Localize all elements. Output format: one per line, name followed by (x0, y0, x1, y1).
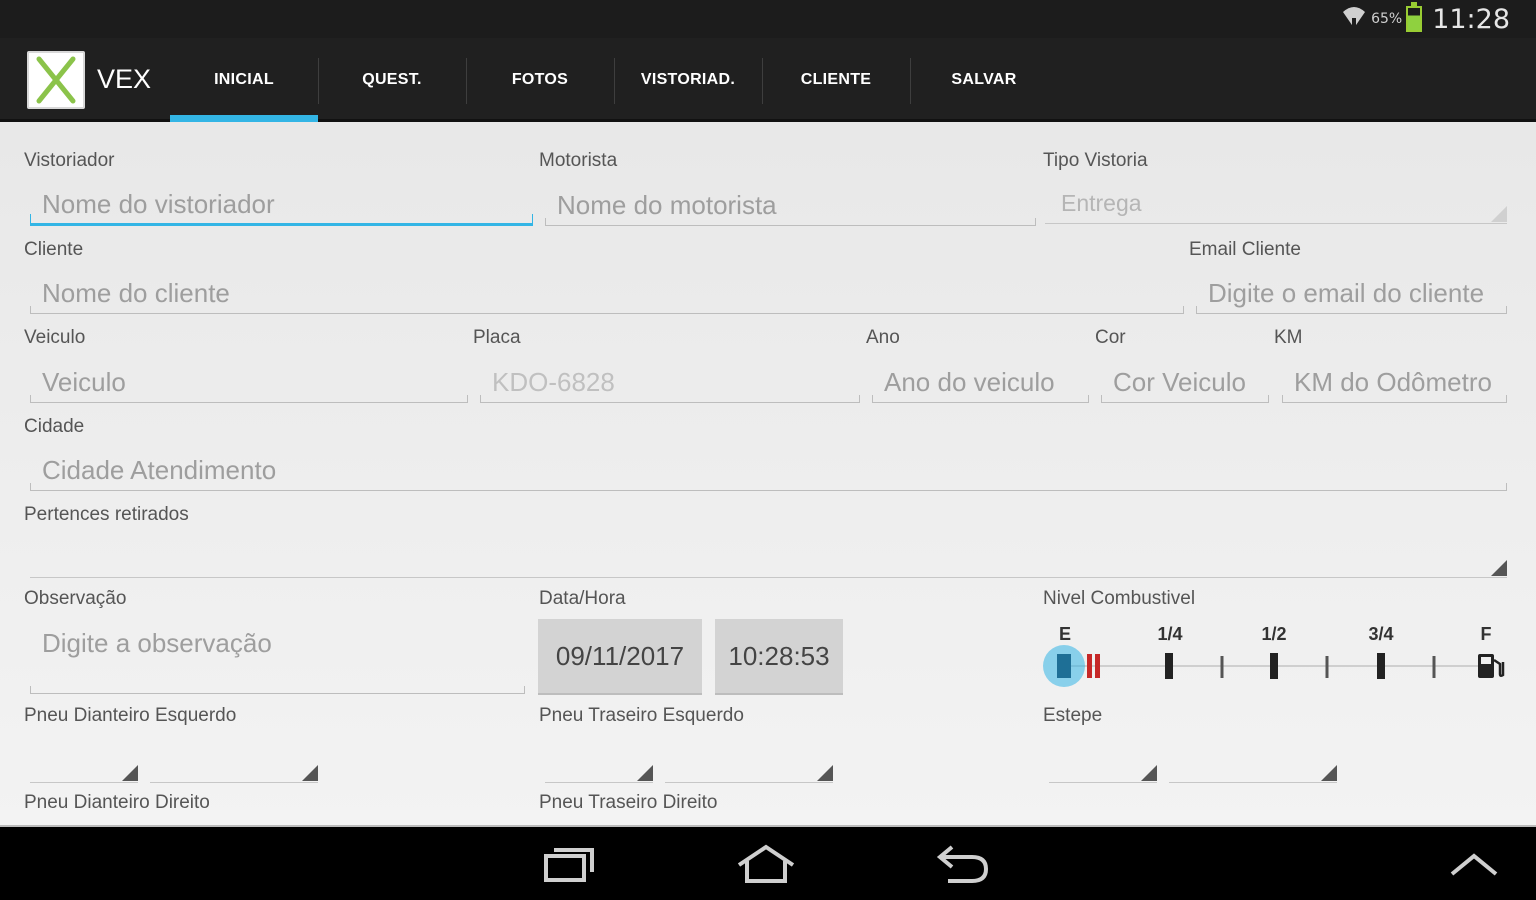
battery-percent: 65% (1371, 11, 1403, 27)
fuel-tick (1220, 656, 1224, 678)
status-bar: 65% 11:28 (0, 0, 1536, 38)
fuel-reserve-mark (1095, 654, 1100, 678)
placa-label: Placa (473, 327, 521, 348)
pertences-label: Pertences retirados (24, 504, 189, 525)
observacao-input[interactable]: Digite a observação (30, 624, 525, 694)
pneu-dianteiro-esquerdo-select-1[interactable] (30, 743, 138, 783)
pneu-traseiro-direito-label: Pneu Traseiro Direito (539, 792, 718, 813)
fuel-pump-icon (1475, 652, 1507, 684)
km-input[interactable]: KM do Odômetro (1282, 363, 1507, 403)
date-button[interactable]: 09/11/2017 (538, 619, 702, 695)
observacao-label: Observação (24, 588, 127, 609)
dropdown-arrow-icon (1491, 560, 1507, 576)
cliente-label: Cliente (24, 239, 84, 260)
cliente-input[interactable]: Nome do cliente (30, 274, 1184, 314)
fuel-mark-full: F (1480, 624, 1492, 644)
fuel-mark-empty: E (1058, 624, 1072, 644)
chevron-up-icon[interactable] (1434, 837, 1514, 891)
time-button[interactable]: 10:28:53 (715, 619, 843, 695)
tipo-vistoria-select[interactable]: Entrega (1045, 184, 1507, 224)
email-cliente-input[interactable]: Digite o email do cliente (1196, 274, 1507, 314)
tab-quest[interactable]: QUEST. (318, 38, 466, 122)
home-icon[interactable] (726, 837, 806, 891)
fuel-mark-half: 1/2 (1261, 624, 1287, 644)
battery-icon (1406, 2, 1423, 32)
dropdown-arrow-icon (817, 765, 833, 781)
tipo-vistoria-label: Tipo Vistoria (1043, 150, 1148, 171)
vistoriador-input[interactable]: Nome do vistoriador (30, 186, 533, 226)
dropdown-arrow-icon (122, 765, 138, 781)
cor-input[interactable]: Cor Veiculo (1101, 363, 1269, 403)
wifi-signal-icon (1341, 4, 1367, 35)
back-icon[interactable] (922, 837, 1002, 891)
recent-apps-icon[interactable] (530, 837, 610, 891)
pneu-dianteiro-esquerdo-label: Pneu Dianteiro Esquerdo (24, 705, 237, 726)
cidade-label: Cidade (24, 416, 85, 437)
dropdown-arrow-icon (302, 765, 318, 781)
pneu-traseiro-esquerdo-select-2[interactable] (665, 743, 833, 783)
tab-cliente[interactable]: CLIENTE (762, 38, 910, 122)
nivel-combustivel-label: Nivel Combustivel (1043, 588, 1196, 609)
fuel-mark-three-quarter: 3/4 (1368, 624, 1394, 644)
tab-bar: INICIAL QUEST. FOTOS VISTORIAD. CLIENTE … (170, 38, 1058, 122)
data-hora-label: Data/Hora (539, 588, 626, 609)
x-logo-icon[interactable] (27, 51, 85, 109)
fuel-tick (1165, 653, 1173, 679)
tab-fotos[interactable]: FOTOS (466, 38, 614, 122)
estepe-label: Estepe (1043, 705, 1103, 726)
placa-input[interactable]: KDO-6828 (480, 363, 860, 403)
estepe-select-2[interactable] (1169, 743, 1337, 783)
veiculo-label: Veiculo (24, 327, 86, 348)
fuel-mark-quarter: 1/4 (1157, 624, 1183, 644)
veiculo-input[interactable]: Veiculo (30, 363, 468, 403)
km-label: KM (1274, 327, 1303, 348)
dropdown-arrow-icon (1141, 765, 1157, 781)
clock: 11:28 (1432, 3, 1510, 35)
cidade-input[interactable]: Cidade Atendimento (30, 451, 1507, 491)
dropdown-arrow-icon (1321, 765, 1337, 781)
dropdown-arrow-icon (637, 765, 653, 781)
vistoriador-label: Vistoriador (24, 150, 115, 171)
pneu-dianteiro-esquerdo-select-2[interactable] (150, 743, 318, 783)
fuel-reserve-mark (1087, 654, 1092, 678)
fuel-tick (1270, 653, 1278, 679)
pertences-select[interactable] (30, 538, 1507, 578)
tab-inicial[interactable]: INICIAL (170, 38, 318, 122)
app-name: VEX (97, 64, 152, 94)
pneu-traseiro-esquerdo-label: Pneu Traseiro Esquerdo (539, 705, 744, 726)
ano-label: Ano (866, 327, 900, 348)
dropdown-arrow-icon (1491, 206, 1507, 222)
fuel-tick (1325, 656, 1329, 678)
pneu-dianteiro-direito-label: Pneu Dianteiro Direito (24, 792, 210, 813)
fuel-slider-thumb-core (1057, 654, 1071, 678)
estepe-select-1[interactable] (1049, 743, 1157, 783)
action-bar: VEX INICIAL QUEST. FOTOS VISTORIAD. CLIE… (0, 38, 1536, 122)
tab-salvar[interactable]: SALVAR (910, 38, 1058, 122)
fuel-tick (1432, 656, 1436, 678)
navigation-bar (0, 827, 1536, 900)
cor-label: Cor (1095, 327, 1126, 348)
email-cliente-label: Email Cliente (1189, 239, 1301, 260)
ano-input[interactable]: Ano do veiculo (872, 363, 1089, 403)
tab-vistoriador[interactable]: VISTORIAD. (614, 38, 762, 122)
tipo-vistoria-value: Entrega (1061, 190, 1142, 216)
motorista-label: Motorista (539, 150, 618, 171)
motorista-input[interactable]: Nome do motorista (545, 186, 1036, 226)
pneu-traseiro-esquerdo-select-1[interactable] (545, 743, 653, 783)
fuel-level-slider[interactable]: E 1/4 1/2 3/4 F (1043, 624, 1513, 694)
form-content: Vistoriador Nome do vistoriador Motorist… (0, 122, 1536, 827)
fuel-tick (1377, 653, 1385, 679)
